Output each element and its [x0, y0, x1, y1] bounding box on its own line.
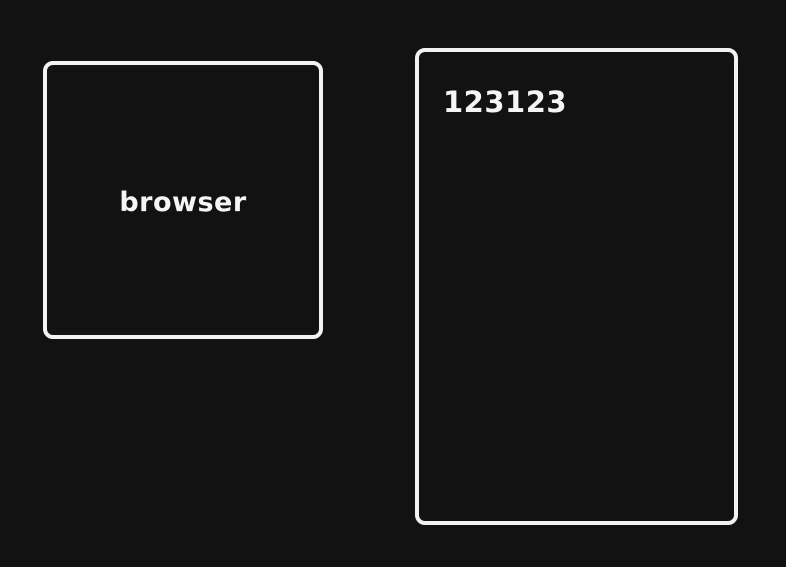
browser-box[interactable]: browser — [43, 61, 323, 339]
content-box[interactable]: 123123 — [415, 48, 738, 525]
browser-box-label: browser — [119, 186, 247, 218]
diagram-canvas: browser 123123 — [0, 0, 786, 567]
content-box-label: 123123 — [443, 85, 568, 119]
